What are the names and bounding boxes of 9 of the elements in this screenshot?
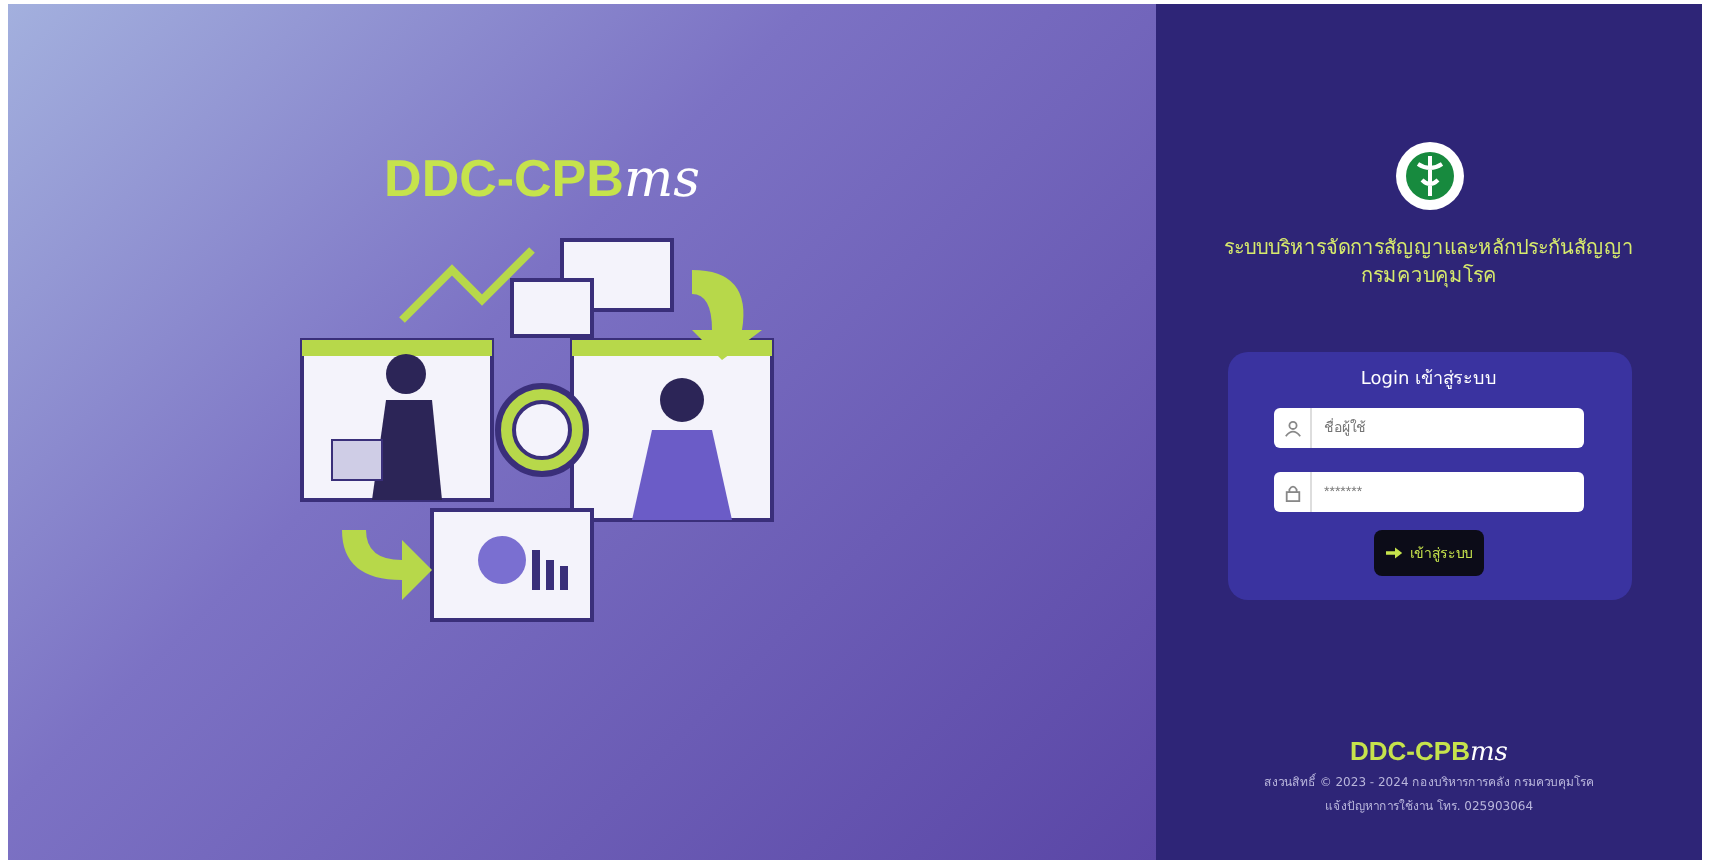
sign-in-icon xyxy=(1386,544,1404,562)
brand-logo-text: DDC-CPB xyxy=(1350,736,1470,766)
brand-logo-script: ms xyxy=(623,150,700,210)
brand-logo-text: DDC-CPB xyxy=(384,148,624,210)
login-title: Login เข้าสู่ระบบ xyxy=(1360,367,1498,392)
emblem-icon xyxy=(1393,140,1465,212)
brand-logo-script: ms xyxy=(1469,738,1508,768)
system-title: ระบบบริหารจัดการสัญญาและหลักประกันสัญญา xyxy=(1224,236,1634,264)
department-name: กรมควบคุมโรค xyxy=(1361,264,1497,292)
